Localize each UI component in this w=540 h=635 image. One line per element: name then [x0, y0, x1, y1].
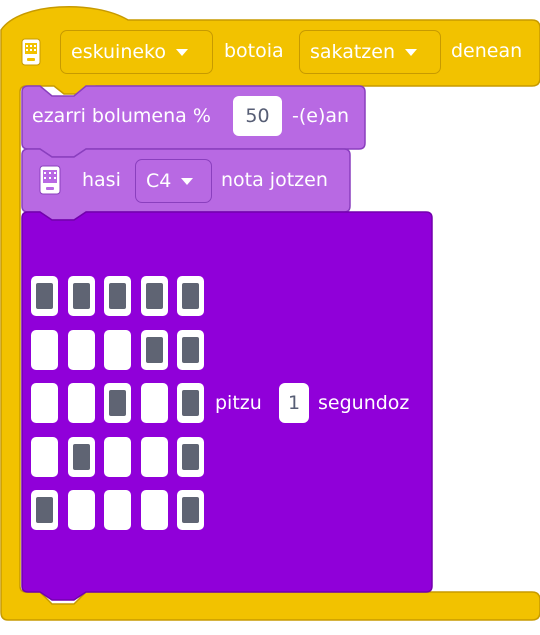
led-light — [73, 444, 90, 470]
led-light — [182, 390, 199, 416]
led-cell-r2-c2[interactable] — [68, 330, 95, 370]
led-light — [182, 497, 199, 523]
led-cell-r4-c3[interactable] — [104, 437, 131, 477]
led-cell-r2-c3[interactable] — [104, 330, 131, 370]
led-light — [109, 283, 126, 309]
led-cell-r3-c3[interactable] — [104, 383, 131, 423]
led-light — [73, 283, 90, 309]
led-cell-r5-c1[interactable] — [31, 490, 58, 530]
note-dropdown-label: C4 — [146, 169, 172, 192]
led-cell-r4-c2[interactable] — [68, 437, 95, 477]
led-light — [182, 283, 199, 309]
led-label-light: pitzu — [215, 392, 262, 414]
microbit-device-icon — [21, 38, 41, 66]
led-cell-r5-c2[interactable] — [68, 490, 95, 530]
note-label-end: nota jotzen — [221, 169, 328, 191]
chevron-down-icon — [176, 48, 189, 56]
led-cell-r3-c2[interactable] — [68, 383, 95, 423]
button-dropdown[interactable]: eskuineko — [60, 30, 213, 74]
chevron-down-icon — [405, 48, 418, 56]
led-cell-r1-c1[interactable] — [31, 276, 58, 316]
seconds-input[interactable]: 1 — [279, 383, 309, 423]
label-button: botoia — [224, 40, 284, 62]
led-cell-r3-c5[interactable] — [177, 383, 204, 423]
led-light — [146, 337, 163, 363]
button-dropdown-label: eskuineko — [71, 40, 167, 63]
led-light — [182, 444, 199, 470]
led-cell-r4-c1[interactable] — [31, 437, 58, 477]
led-label-seconds: segundoz — [318, 392, 410, 414]
note-label-start: hasi — [82, 169, 121, 191]
label-when: denean — [451, 40, 523, 62]
volume-suffix: -(e)an — [292, 105, 350, 127]
led-cell-r3-c1[interactable] — [31, 383, 58, 423]
led-cell-r2-c5[interactable] — [177, 330, 204, 370]
volume-input[interactable]: 50 — [233, 96, 282, 136]
led-cell-r1-c4[interactable] — [141, 276, 168, 316]
microbit-device-icon — [39, 165, 61, 195]
action-dropdown-label: sakatzen — [310, 40, 396, 63]
led-cell-r3-c4[interactable] — [141, 383, 168, 423]
led-light — [36, 283, 53, 309]
action-dropdown[interactable]: sakatzen — [299, 30, 441, 74]
led-cell-r5-c3[interactable] — [104, 490, 131, 530]
led-light — [36, 497, 53, 523]
led-cell-r1-c5[interactable] — [177, 276, 204, 316]
led-cell-r1-c3[interactable] — [104, 276, 131, 316]
led-cell-r2-c4[interactable] — [141, 330, 168, 370]
led-cell-r5-c5[interactable] — [177, 490, 204, 530]
volume-label: ezarri bolumena % — [32, 105, 211, 127]
led-light — [109, 390, 126, 416]
chevron-down-icon — [181, 177, 194, 185]
note-dropdown[interactable]: C4 — [135, 159, 212, 203]
led-cell-r1-c2[interactable] — [68, 276, 95, 316]
led-cell-r4-c4[interactable] — [141, 437, 168, 477]
led-light — [182, 337, 199, 363]
led-cell-r2-c1[interactable] — [31, 330, 58, 370]
led-cell-r5-c4[interactable] — [141, 490, 168, 530]
led-cell-r4-c5[interactable] — [177, 437, 204, 477]
led-light — [146, 283, 163, 309]
